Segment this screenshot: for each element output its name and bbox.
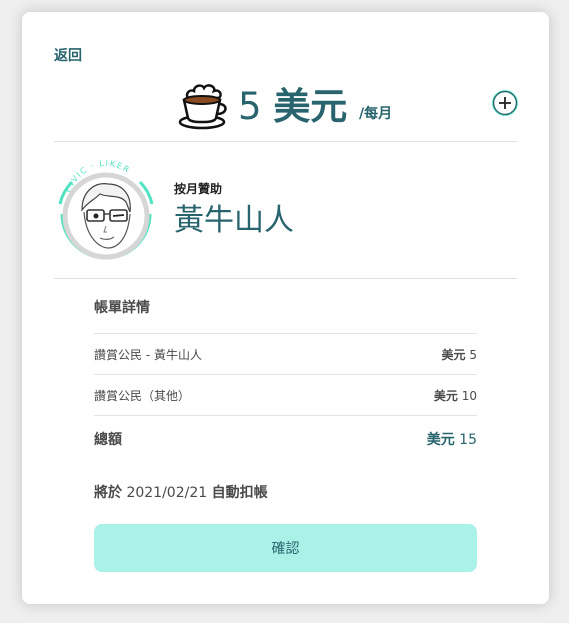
divider [54,278,517,279]
plus-circle-icon[interactable] [492,90,518,116]
bill-row-label: 讚賞公民（其他） [94,389,191,403]
bill-row: 讚賞公民（其他） 美元 10 [94,374,477,415]
bill-total-currency: 美元 [426,432,455,448]
price-currency: 美元 [273,85,348,128]
bill-total-amount: 15 [459,432,477,448]
bill-row-currency: 美元 [441,348,466,362]
bill-total-label: 總額 [94,432,122,448]
bill-total-row: 總額 美元 15 [94,415,477,456]
bill-title: 帳單詳情 [94,300,150,316]
creator-name: 黃牛山人 [174,203,294,238]
bill-row-value: 美元 10 [434,387,477,404]
sponsor-dialog: 返回 5 美元 /每月 CIVIC · LIKER 按月贊助 黃牛山人 帳單詳情… [22,12,549,604]
price-row: 5 美元 /每月 [22,80,549,138]
divider [54,141,517,142]
bill-row-amount: 10 [461,389,477,403]
bill-row-value: 美元 5 [442,346,477,363]
bill-row-label: 讚賞公民 - 黃牛山人 [94,348,202,362]
bill-row-currency: 美元 [433,389,458,403]
price-period: /每月 [359,106,393,122]
renewal-prefix: 將於 [94,485,122,501]
renewal-notice: 將於 2021/02/21 自動扣帳 [94,482,268,502]
avatar[interactable]: CIVIC · LIKER [52,154,160,270]
confirm-button[interactable]: 確認 [94,524,477,572]
renewal-date: 2021/02/21 [126,485,208,501]
coffee-cup-icon [176,80,232,134]
bill-row: 讚賞公民 - 黃牛山人 美元 5 [94,333,477,374]
bill-row-amount: 5 [469,348,477,362]
sponsor-label: 按月贊助 [174,182,223,196]
bill-total-value: 美元 15 [427,429,477,449]
price-number: 5 [238,85,262,128]
renewal-suffix: 自動扣帳 [211,485,268,501]
bill-details: 帳單詳情 讚賞公民 - 黃牛山人 美元 5 讚賞公民（其他） 美元 10 總額 … [94,300,477,456]
price-amount: 5 美元 [238,83,347,131]
back-link[interactable]: 返回 [54,45,82,65]
